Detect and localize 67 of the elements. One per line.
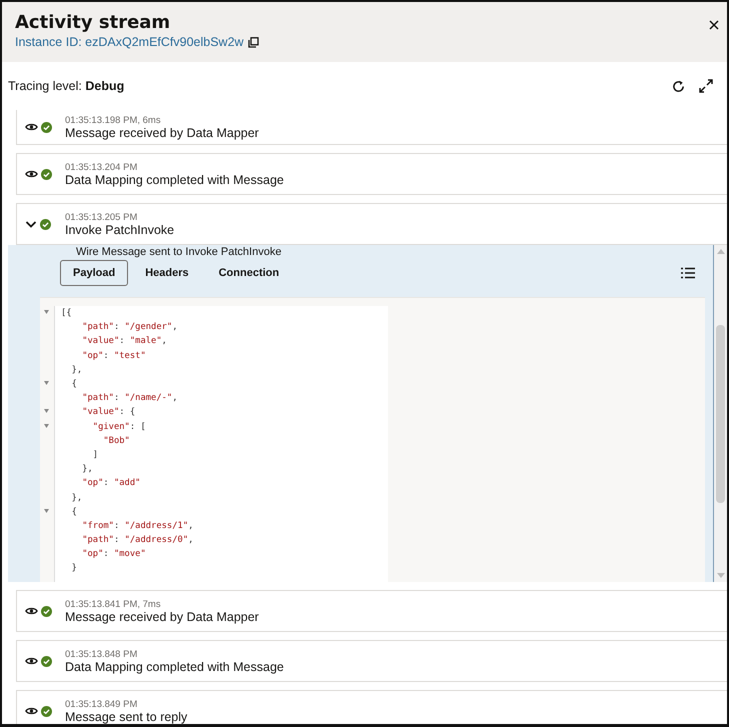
code-line: "path": "/gender", bbox=[81, 322, 178, 332]
code-line: "value": { bbox=[81, 407, 136, 418]
code-line: }, bbox=[70, 364, 82, 375]
code-line: "from": "/address/1", bbox=[81, 520, 194, 531]
activity-card[interactable]: 01:35:13.841 PM, 7ms Message received by Data Mapper bbox=[16, 590, 727, 632]
activity-card[interactable]: 01:35:13.205 PM Invoke PatchInvoke bbox=[16, 203, 727, 245]
timestamp: 01:35:13.848 PM bbox=[65, 648, 138, 660]
close-icon[interactable] bbox=[709, 20, 719, 30]
fold-icon[interactable] bbox=[44, 409, 49, 414]
code-line: [{ bbox=[60, 308, 72, 318]
timestamp: 01:35:13.205 PM bbox=[65, 212, 138, 222]
activity-card[interactable]: 01:35:13.849 PM Message sent to reply bbox=[16, 690, 727, 724]
check-circle-icon bbox=[41, 706, 52, 716]
code-line: "value": "male", bbox=[81, 336, 167, 346]
code-line: "path": "/address/0", bbox=[81, 535, 194, 546]
eye-icon[interactable] bbox=[25, 706, 38, 716]
timestamp: 01:35:13.849 PM bbox=[65, 698, 138, 710]
code-line: "op": "add" bbox=[81, 478, 140, 488]
code-line: { bbox=[70, 506, 77, 517]
instance-id: Instance ID: ezDAxQ2mEfCfv90elbSw2w bbox=[15, 35, 244, 49]
check-circle-icon bbox=[41, 168, 52, 180]
tab[interactable]: Connection bbox=[206, 260, 292, 286]
activity-message: Data Mapping completed with Message bbox=[65, 660, 284, 674]
activity-message: Data Mapping completed with Message bbox=[65, 172, 284, 186]
code-line: ] bbox=[92, 450, 98, 460]
tab[interactable]: Headers bbox=[132, 260, 202, 286]
fold-icon[interactable] bbox=[44, 424, 49, 428]
chevron-down-icon[interactable] bbox=[25, 219, 37, 229]
timestamp: 01:35:13.198 PM, 6ms bbox=[65, 114, 162, 126]
expand-icon[interactable] bbox=[699, 79, 713, 93]
check-circle-icon bbox=[41, 656, 52, 666]
check-circle-icon bbox=[41, 122, 52, 132]
fold-icon[interactable] bbox=[44, 380, 49, 385]
tab[interactable]: Payload bbox=[60, 260, 128, 286]
code-line: "Bob" bbox=[102, 436, 130, 446]
eye-icon[interactable] bbox=[25, 606, 38, 616]
activity-message: Invoke PatchInvoke bbox=[65, 222, 174, 236]
activity-card[interactable]: 01:35:13.198 PM, 6ms Message received by Data Mapper bbox=[16, 110, 727, 145]
activity-card[interactable]: 01:35:13.204 PM Data Mapping completed with Message bbox=[16, 153, 727, 195]
check-circle-icon bbox=[40, 218, 51, 230]
code-line: "op": "test" bbox=[81, 350, 146, 361]
code-line: "given": [ bbox=[92, 422, 146, 432]
code-line: "path": "/name/-", bbox=[81, 393, 178, 404]
detail-subtitle: Wire Message sent to Invoke PatchInvoke bbox=[76, 246, 282, 259]
code-line: { bbox=[70, 379, 77, 390]
timestamp: 01:35:13.841 PM, 7ms bbox=[65, 598, 162, 610]
copy-icon[interactable] bbox=[248, 36, 259, 48]
activity-message: Message received by Data Mapper bbox=[65, 610, 259, 624]
list-icon[interactable] bbox=[681, 267, 695, 279]
fold-icon[interactable] bbox=[44, 508, 49, 513]
refresh-icon[interactable] bbox=[672, 80, 685, 92]
code-line: "op": "move" bbox=[81, 549, 146, 560]
eye-icon[interactable] bbox=[25, 169, 38, 179]
code-editor[interactable]: [{ "path": "/gender", "value": "male", "op": "test" }, { "path": "/name/-", "value": { "given": [ "Bob" ] }, "op": "add" }, { "from": "/address/1", "path": "/address/0", "op": "move" } bbox=[40, 297, 705, 582]
activity-card[interactable]: 01:35:13.848 PM Data Mapping completed with Message bbox=[16, 640, 727, 682]
activity-message: Message received by Data Mapper bbox=[65, 126, 259, 140]
tracing-level: Tracing level: Debug bbox=[8, 79, 124, 93]
eye-icon[interactable] bbox=[25, 656, 38, 666]
panel-title: Activity stream bbox=[15, 12, 172, 33]
code-line: } bbox=[70, 563, 77, 574]
code-line: }, bbox=[81, 464, 93, 474]
fold-icon[interactable] bbox=[44, 310, 49, 314]
check-circle-icon bbox=[41, 606, 52, 616]
code-line: }, bbox=[70, 492, 82, 503]
activity-message: Message sent to reply bbox=[65, 710, 188, 724]
eye-icon[interactable] bbox=[25, 122, 38, 132]
timestamp: 01:35:13.204 PM bbox=[65, 162, 138, 172]
